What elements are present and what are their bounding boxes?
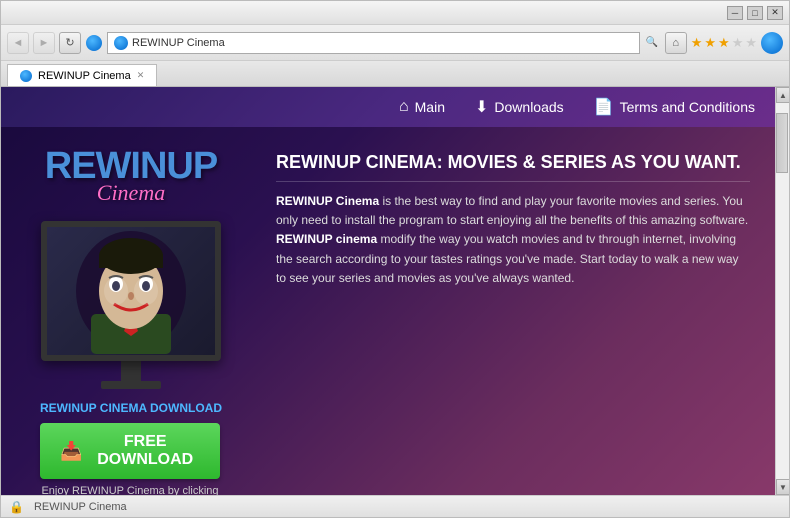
monitor-container [41, 221, 221, 389]
tab-close-button[interactable]: ✕ [137, 70, 145, 81]
nav-terms-label: Terms and Conditions [620, 99, 755, 115]
favicon [114, 36, 128, 50]
monitor-image [41, 221, 221, 361]
title-bar: ─ □ ✕ [1, 1, 789, 25]
monitor-stand [121, 361, 141, 381]
nav-main-label: Main [415, 99, 445, 115]
download-btn-label: FREE DOWNLOAD [90, 433, 200, 469]
hero-right: REWINUP CINEMA: MOVIES & SERIES AS YOU W… [261, 127, 775, 495]
nav-item-downloads[interactable]: ⬇ Downloads [475, 97, 564, 117]
scrollbar[interactable]: ▲ ▼ [775, 87, 789, 495]
nav-item-main[interactable]: ⌂ Main [399, 98, 445, 116]
logo-area: REWINUP Cinema [45, 147, 217, 206]
scroll-up-button[interactable]: ▲ [776, 87, 789, 103]
hero-section: REWINUP Cinema [1, 127, 775, 495]
monitor-base [101, 381, 161, 389]
joker-illustration [66, 227, 196, 355]
home-nav-icon: ⌂ [399, 98, 409, 116]
home-button[interactable]: ⌂ [665, 32, 687, 54]
tab-bar: REWINUP Cinema ✕ [1, 61, 789, 87]
search-button[interactable]: 🔍 [643, 34, 661, 52]
tab-label: REWINUP Cinema [38, 70, 131, 82]
address-bar-wrap: REWINUP Cinema 🔍 [107, 32, 661, 54]
minimize-button[interactable]: ─ [727, 6, 743, 20]
tab-favicon [20, 70, 32, 82]
browser-window: ─ □ ✕ ◄ ► ↻ REWINUP Cinema 🔍 ⌂ ★ ★ ★ ★ ★ [0, 0, 790, 518]
star4[interactable]: ★ [732, 35, 744, 51]
forward-button[interactable]: ► [33, 32, 55, 54]
star3[interactable]: ★ [718, 35, 730, 51]
stars-area: ★ ★ ★ ★ ★ [691, 35, 757, 51]
window-controls: ─ □ ✕ [727, 6, 783, 20]
hero-left-bottom: REWINUP CINEMA DOWNLOAD 📥 FREE DOWNLOAD … [40, 401, 222, 495]
star2[interactable]: ★ [704, 35, 716, 51]
status-bar: 🔒 REWINUP Cinema [1, 495, 789, 517]
nav-item-terms[interactable]: 📄 Terms and Conditions [594, 97, 755, 117]
enjoy-text: Enjoy REWINUP Cinema by clicking here, i… [40, 485, 220, 495]
close-button[interactable]: ✕ [767, 6, 783, 20]
refresh-button[interactable]: ↻ [59, 32, 81, 54]
scroll-track[interactable] [776, 103, 789, 479]
scroll-thumb[interactable] [776, 113, 788, 173]
doc-nav-icon: 📄 [594, 97, 614, 117]
monitor-screen [47, 227, 215, 355]
hero-left: REWINUP Cinema [1, 127, 261, 495]
star1[interactable]: ★ [691, 35, 703, 51]
site-navigation: ⌂ Main ⬇ Downloads 📄 Terms and Condition… [1, 87, 775, 127]
free-download-button[interactable]: 📥 FREE DOWNLOAD [40, 423, 220, 479]
status-text: REWINUP Cinema [34, 501, 127, 513]
hero-description: REWINUP Cinema is the best way to find a… [276, 192, 750, 288]
nav-downloads-label: Downloads [494, 99, 563, 115]
download-label: REWINUP CINEMA DOWNLOAD [40, 401, 222, 415]
star5[interactable]: ★ [745, 35, 757, 51]
download-btn-icon: 📥 [60, 441, 82, 462]
maximize-button[interactable]: □ [747, 6, 763, 20]
hero-title: REWINUP CINEMA: MOVIES & SERIES AS YOU W… [276, 152, 750, 182]
back-button[interactable]: ◄ [7, 32, 29, 54]
page-body: ⌂ Main ⬇ Downloads 📄 Terms and Condition… [1, 87, 775, 495]
active-tab[interactable]: REWINUP Cinema ✕ [7, 64, 157, 86]
toolbar: ◄ ► ↻ REWINUP Cinema 🔍 ⌂ ★ ★ ★ ★ ★ [1, 25, 789, 61]
download-nav-icon: ⬇ [475, 97, 488, 117]
scroll-down-button[interactable]: ▼ [776, 479, 789, 495]
browser-icon [85, 34, 103, 52]
status-icon: 🔒 [9, 500, 24, 514]
site-content: ⌂ Main ⬇ Downloads 📄 Terms and Condition… [1, 87, 789, 495]
address-text: REWINUP Cinema [132, 37, 225, 49]
browser-logo-icon [761, 32, 783, 54]
address-bar[interactable]: REWINUP Cinema [107, 32, 640, 54]
